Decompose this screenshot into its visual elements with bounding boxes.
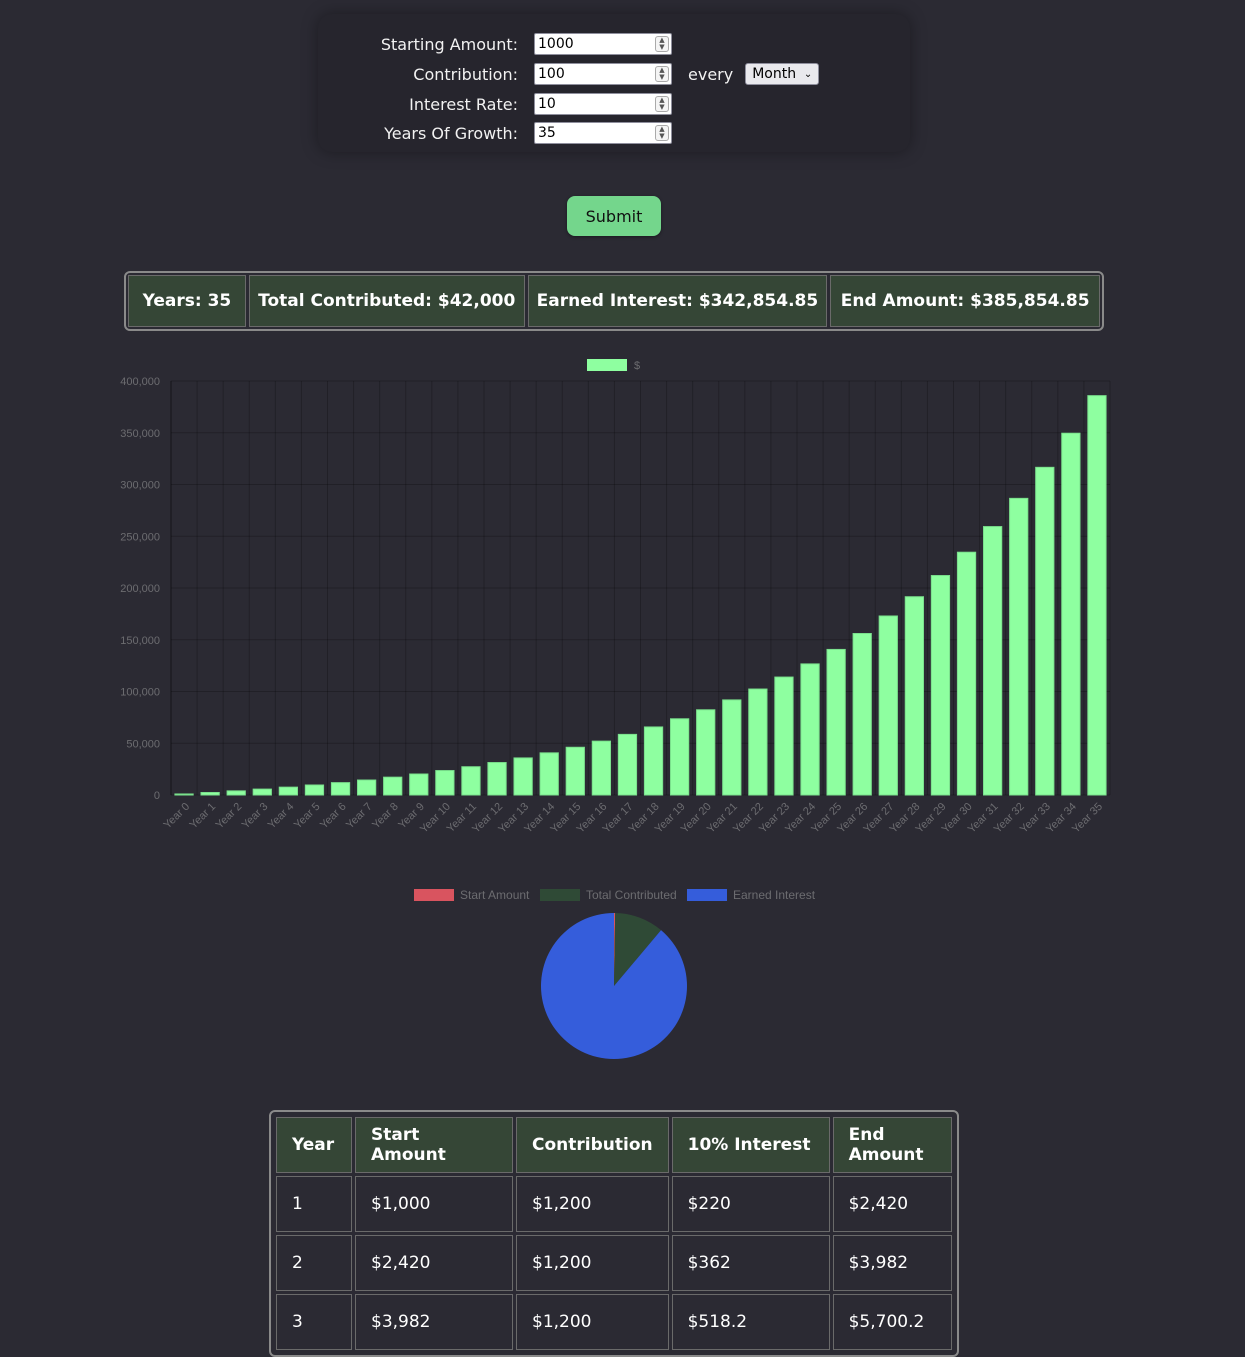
cell: $3,982 bbox=[832, 1235, 952, 1291]
y-tick-label: 0 bbox=[154, 790, 160, 802]
breakdown-table: Year Start Amount Contribution 10% Inter… bbox=[273, 1114, 955, 1353]
y-tick-label: 300,000 bbox=[120, 480, 160, 492]
cell: $3,982 bbox=[355, 1294, 513, 1350]
bar bbox=[174, 793, 194, 796]
bar bbox=[487, 762, 507, 796]
y-tick-label: 200,000 bbox=[120, 583, 160, 595]
bar bbox=[304, 784, 325, 796]
col-year: Year bbox=[276, 1117, 352, 1173]
breakdown-table-wrapper: Year Start Amount Contribution 10% Inter… bbox=[269, 1110, 959, 1357]
bar bbox=[748, 688, 768, 796]
x-tick-label: Year 0 bbox=[161, 801, 192, 832]
bar bbox=[1035, 466, 1055, 796]
pie-chart: Start Amount Total Contributed Earned Inte… bbox=[414, 888, 816, 1059]
bar bbox=[461, 766, 481, 796]
charts-canvas: 0 50,000 100,000 150,000 200,000 250,000 300,0… bbox=[120, 359, 1111, 1059]
bar bbox=[1087, 395, 1107, 796]
legend-swatch bbox=[687, 889, 727, 901]
table-header-row: Year Start Amount Contribution 10% Inter… bbox=[276, 1117, 952, 1173]
bar bbox=[930, 575, 951, 796]
cell: $1,200 bbox=[516, 1294, 669, 1350]
cell: 1 bbox=[276, 1176, 352, 1232]
bar bbox=[800, 663, 820, 796]
bar bbox=[1061, 432, 1081, 796]
table-row: 3 $3,982 $1,200 $518.2 $5,700.2 bbox=[276, 1294, 952, 1350]
y-tick-label: 150,000 bbox=[120, 635, 160, 647]
bar bbox=[278, 786, 299, 796]
bar bbox=[252, 788, 272, 796]
col-contribution: Contribution bbox=[516, 1117, 669, 1173]
x-tick-label: Year 7 bbox=[344, 801, 375, 832]
y-tick-label: 400,000 bbox=[120, 376, 160, 388]
cell: $2,420 bbox=[355, 1235, 513, 1291]
pie-slice bbox=[541, 913, 688, 1059]
legend-label: Total Contributed bbox=[586, 888, 677, 902]
cell: $2,420 bbox=[832, 1176, 952, 1232]
legend-swatch bbox=[540, 889, 580, 901]
table-row: 2 $2,420 $1,200 $362 $3,982 bbox=[276, 1235, 952, 1291]
x-tick-label: Year 8 bbox=[370, 801, 401, 832]
cell: $220 bbox=[671, 1176, 830, 1232]
bar bbox=[200, 791, 220, 796]
x-tick-label: Year 1 bbox=[188, 801, 219, 832]
legend-swatch bbox=[414, 889, 454, 901]
y-tick-label: 100,000 bbox=[120, 687, 160, 699]
bar bbox=[330, 782, 351, 796]
bar bbox=[435, 770, 455, 796]
cell: 2 bbox=[276, 1235, 352, 1291]
cell: $1,200 bbox=[516, 1176, 669, 1232]
bar bbox=[774, 676, 794, 796]
cell: $362 bbox=[671, 1235, 830, 1291]
y-tick-label: 250,000 bbox=[120, 531, 160, 543]
x-tick-label: Year 4 bbox=[266, 801, 297, 832]
bar bbox=[226, 790, 246, 796]
legend-label: $ bbox=[634, 360, 640, 372]
bar bbox=[696, 709, 716, 796]
cell: $5,700.2 bbox=[832, 1294, 952, 1350]
cell: 3 bbox=[276, 1294, 352, 1350]
bar-chart: 0 50,000 100,000 150,000 200,000 250,000 300,0… bbox=[120, 359, 1111, 836]
bar bbox=[409, 773, 429, 796]
bar bbox=[826, 648, 846, 796]
y-tick-label: 50,000 bbox=[126, 738, 160, 750]
bar bbox=[904, 596, 925, 796]
col-end-amount: End Amount bbox=[832, 1117, 952, 1173]
bar bbox=[565, 746, 585, 796]
x-tick-label: Year 3 bbox=[240, 801, 271, 832]
bar bbox=[643, 726, 664, 796]
bar bbox=[878, 615, 898, 796]
bar bbox=[356, 779, 377, 796]
x-tick-label: Year 2 bbox=[214, 801, 245, 832]
bar bbox=[722, 699, 742, 796]
bar bbox=[669, 718, 690, 796]
bar bbox=[539, 752, 559, 796]
cell: $518.2 bbox=[671, 1294, 830, 1350]
cell: $1,200 bbox=[516, 1235, 669, 1291]
bar bbox=[1009, 497, 1029, 796]
table-row: 1 $1,000 $1,200 $220 $2,420 bbox=[276, 1176, 952, 1232]
bar bbox=[617, 733, 638, 796]
col-start-amount: Start Amount bbox=[355, 1117, 513, 1173]
x-tick-label: Year 6 bbox=[318, 801, 349, 832]
bar bbox=[982, 526, 1003, 796]
bar bbox=[591, 740, 612, 796]
bar bbox=[383, 776, 403, 796]
x-tick-label: Year 5 bbox=[292, 801, 323, 832]
col-interest: 10% Interest bbox=[671, 1117, 830, 1173]
cell: $1,000 bbox=[355, 1176, 513, 1232]
legend-label: Start Amount bbox=[460, 888, 530, 902]
legend-swatch bbox=[587, 359, 627, 371]
bar bbox=[852, 633, 872, 796]
legend-label: Earned Interest bbox=[733, 888, 816, 902]
bar bbox=[513, 757, 533, 796]
bar bbox=[956, 551, 977, 796]
y-tick-label: 350,000 bbox=[120, 428, 160, 440]
